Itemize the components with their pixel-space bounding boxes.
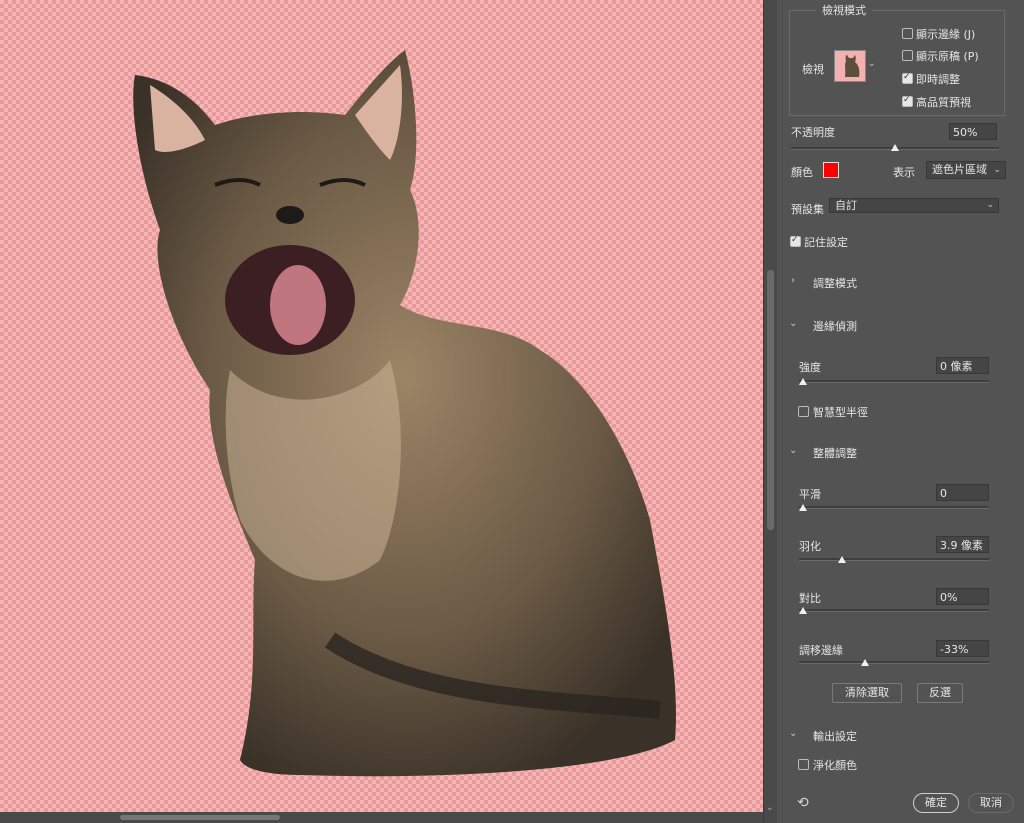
shift-edge-slider[interactable] [799,661,989,664]
show-edge-checkbox[interactable] [902,28,913,39]
feather-slider[interactable] [799,558,989,561]
canvas-vertical-scrollbar[interactable]: ⌄ [763,0,777,823]
refine-edge-panel: 檢視模式 檢視 ⌄ 顯示邊緣 (J) 顯示原稿 (P) 即時調整 高品質預視 不… [777,0,1024,823]
preset-dropdown[interactable]: 自訂 ⌄ [829,198,999,213]
section-output[interactable]: 輸出設定 [813,728,857,744]
smooth-slider-handle[interactable] [799,504,807,511]
shift-edge-label: 調移邊緣 [799,644,843,657]
feather-slider-handle[interactable] [838,556,846,563]
horizontal-scroll-thumb[interactable] [120,815,280,820]
view-mode-group: 檢視模式 檢視 ⌄ 顯示邊緣 (J) 顯示原稿 (P) 即時調整 高品質預視 [789,2,1005,116]
preset-value: 自訂 [835,199,857,212]
feather-input[interactable]: 3.9 像素 [936,536,989,553]
contrast-input[interactable]: 0% [936,588,989,605]
realtime-refine-label: 即時調整 [916,73,960,86]
radius-input[interactable]: 0 像素 [936,357,989,374]
view-label: 檢視 [802,63,824,76]
display-value: 遮色片區域 [932,163,987,176]
decontaminate-label: 淨化顏色 [813,759,857,772]
smooth-label: 平滑 [799,488,821,501]
smart-radius-checkbox[interactable] [798,406,809,417]
display-label: 表示 [893,166,915,179]
contrast-slider-handle[interactable] [799,607,807,614]
vertical-scroll-thumb[interactable] [767,270,774,530]
ok-button[interactable]: 確定 [913,793,959,813]
chevron-down-icon: ⌄ [986,200,994,210]
section-adjust-mode[interactable]: 調整模式 [813,275,857,291]
remember-settings-label: 記住設定 [804,236,848,249]
section-edge-detection[interactable]: 邊緣偵測 [813,318,857,334]
cat-cutout-image [133,50,676,777]
opacity-input[interactable]: 50% [949,123,997,140]
opacity-label: 不透明度 [791,126,835,139]
show-original-checkbox[interactable] [902,50,913,61]
cat-thumbnail-icon [834,50,866,82]
show-edge-label: 顯示邊緣 (J) [916,28,976,41]
view-mode-legend: 檢視模式 [816,2,872,18]
shift-edge-input[interactable]: -33% [936,640,989,657]
image-canvas[interactable] [0,0,763,823]
cancel-button[interactable]: 取消 [968,793,1014,813]
shift-edge-slider-handle[interactable] [861,659,869,666]
contrast-label: 對比 [799,592,821,605]
clear-selection-button[interactable]: 清除選取 [832,683,902,703]
smooth-slider[interactable] [799,506,989,509]
preset-label: 預設集 [791,203,824,216]
reset-icon[interactable]: ⟲ [797,795,809,811]
section-global-refine[interactable]: 整體調整 [813,445,857,461]
remember-settings-checkbox[interactable] [790,235,801,247]
color-label: 顏色 [791,166,813,179]
radius-slider-handle[interactable] [799,378,807,385]
scroll-down-arrow-icon[interactable]: ⌄ [766,803,774,813]
show-original-label: 顯示原稿 (P) [916,50,979,63]
opacity-slider-handle[interactable] [891,144,899,151]
display-dropdown[interactable]: 遮色片區域 ⌄ [926,161,1006,179]
view-thumbnail-dropdown[interactable]: ⌄ [834,49,878,83]
chevron-down-icon[interactable]: ⌄ [789,728,797,739]
smart-radius-label: 智慧型半徑 [813,406,868,419]
chevron-down-icon[interactable]: ⌄ [789,318,797,329]
canvas-horizontal-scrollbar[interactable] [0,812,763,823]
high-quality-preview-checkbox[interactable] [902,95,913,107]
smooth-input[interactable]: 0 [936,484,989,501]
invert-button[interactable]: 反選 [917,683,963,703]
high-quality-preview-label: 高品質預視 [916,96,971,109]
chevron-down-icon: ⌄ [993,165,1001,175]
contrast-slider[interactable] [799,609,989,612]
radius-label: 強度 [799,361,821,374]
chevron-right-icon[interactable]: › [791,275,795,286]
realtime-refine-checkbox[interactable] [902,72,913,84]
decontaminate-checkbox[interactable] [798,759,809,770]
feather-label: 羽化 [799,540,821,553]
chevron-down-icon: ⌄ [868,59,876,69]
radius-slider[interactable] [799,380,989,383]
chevron-down-icon[interactable]: ⌄ [789,445,797,456]
color-swatch[interactable] [823,162,839,178]
